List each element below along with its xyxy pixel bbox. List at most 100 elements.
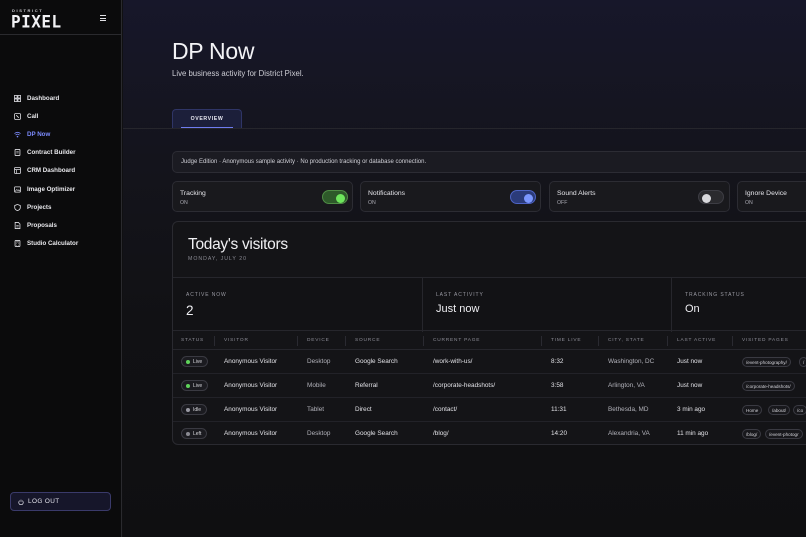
sidebar-item-dp-now[interactable]: DP Now bbox=[0, 125, 121, 143]
stat-last-activity: LAST ACTIVITY Just now bbox=[422, 278, 671, 332]
sidebar-item-call[interactable]: Call bbox=[0, 107, 121, 125]
status-dot-icon bbox=[186, 431, 190, 436]
brand-header: DISTRICT PIXEL bbox=[0, 0, 121, 35]
shield-icon bbox=[14, 203, 21, 211]
sidebar-item-label: Call bbox=[27, 112, 39, 120]
toggle-card-sound-alerts: Sound Alerts OFF bbox=[549, 181, 730, 212]
layers-icon bbox=[14, 167, 21, 175]
last-active-cell: 3 min ago bbox=[677, 406, 706, 413]
visited-page-pill: /corporate-headshots/ bbox=[742, 381, 795, 391]
stat-value: Just now bbox=[436, 303, 480, 315]
toggle-label: Ignore Device bbox=[745, 190, 787, 197]
visitor-cell: Anonymous Visitor bbox=[224, 358, 278, 365]
toggle-state: ON bbox=[180, 200, 188, 206]
sidebar-item-dashboard[interactable]: Dashboard bbox=[0, 89, 121, 107]
stat-label: TRACKING STATUS bbox=[685, 292, 745, 298]
visited-page-pill: Home bbox=[742, 405, 763, 415]
sidebar-item-proposals[interactable]: Proposals bbox=[0, 216, 121, 234]
stat-tracking-status: TRACKING STATUS On bbox=[671, 278, 806, 332]
city-state-cell: Alexandria, VA bbox=[608, 430, 650, 437]
status-badge: Idle bbox=[181, 404, 208, 415]
sidebar-item-crm-dashboard[interactable]: CRM Dashboard bbox=[0, 162, 121, 180]
current-page-cell: /contact/ bbox=[433, 406, 458, 413]
visited-page-pill: /blog/ bbox=[742, 429, 762, 439]
visitor-cell: Anonymous Visitor bbox=[224, 382, 278, 389]
toggle-state: ON bbox=[368, 200, 376, 206]
sidebar-item-projects[interactable]: Projects bbox=[0, 198, 121, 216]
file-icon bbox=[14, 221, 21, 229]
toggle-state: OFF bbox=[557, 200, 568, 206]
visited-page-pill: /co bbox=[793, 405, 806, 415]
sidebar-item-contract-builder[interactable]: Contract Builder bbox=[0, 144, 121, 162]
brand-logo[interactable]: PIXEL bbox=[11, 12, 62, 32]
table-row[interactable]: Idle Anonymous Visitor Tablet Direct /co… bbox=[173, 398, 806, 422]
stats-bar: ACTIVE NOW 2 LAST ACTIVITY Just now TRAC… bbox=[173, 277, 806, 332]
status-badge: Left bbox=[181, 428, 208, 439]
power-icon bbox=[18, 499, 24, 505]
page-subtitle: Live business activity for District Pixe… bbox=[172, 69, 304, 78]
table-row[interactable]: Live Anonymous Visitor Mobile Referral /… bbox=[173, 374, 806, 398]
visited-page-pill: /event-photography/ bbox=[742, 357, 791, 367]
sidebar-item-studio-calculator[interactable]: Studio Calculator bbox=[0, 235, 121, 253]
menu-icon[interactable] bbox=[100, 15, 106, 21]
toggle-label: Notifications bbox=[368, 190, 406, 197]
column-header-visited-pages: VISITED PAGES bbox=[742, 338, 789, 343]
sidebar-item-label: Image Optimizer bbox=[27, 185, 76, 193]
toggle-card-ignore-device: Ignore Device ON bbox=[737, 181, 806, 212]
sidebar: DISTRICT PIXEL Dashboard Call DP Now Con… bbox=[0, 0, 122, 537]
sidebar-item-label: Contract Builder bbox=[27, 149, 76, 157]
notifications-toggle[interactable] bbox=[510, 190, 536, 204]
sound-alerts-toggle[interactable] bbox=[698, 190, 724, 204]
status-dot-icon bbox=[186, 383, 190, 388]
visitors-title: Today's visitors bbox=[188, 236, 288, 253]
wifi-icon bbox=[14, 131, 21, 138]
table-row[interactable]: Left Anonymous Visitor Desktop Google Se… bbox=[173, 422, 806, 444]
column-header-time-live: TIME LIVE bbox=[551, 338, 582, 343]
current-page-cell: /corporate-headshots/ bbox=[433, 382, 496, 389]
visitor-cell: Anonymous Visitor bbox=[224, 406, 278, 413]
status-badge: Live bbox=[181, 356, 209, 367]
tab-divider bbox=[123, 128, 806, 129]
column-header-source: SOURCE bbox=[355, 338, 381, 343]
column-header-visitor: VISITOR bbox=[224, 338, 249, 343]
grid-icon bbox=[14, 94, 21, 102]
sidebar-item-label: DP Now bbox=[27, 130, 51, 138]
city-state-cell: Arlington, VA bbox=[608, 382, 645, 389]
toggle-state: ON bbox=[745, 200, 753, 206]
last-active-cell: Just now bbox=[677, 358, 703, 365]
current-page-cell: /work-with-us/ bbox=[433, 358, 473, 365]
logout-button[interactable]: LOG OUT bbox=[10, 492, 111, 511]
calculator-icon bbox=[14, 240, 21, 248]
table-row[interactable]: Live Anonymous Visitor Desktop Google Se… bbox=[173, 350, 806, 374]
sidebar-item-label: Projects bbox=[27, 203, 52, 211]
notice-banner: Judge Edition · Anonymous sample activit… bbox=[172, 151, 806, 173]
source-cell: Google Search bbox=[355, 358, 398, 365]
device-cell: Tablet bbox=[307, 406, 325, 413]
visited-page-pill: /about/ bbox=[768, 405, 791, 415]
sidebar-item-image-optimizer[interactable]: Image Optimizer bbox=[0, 180, 121, 198]
column-header-current-page: CURRENT PAGE bbox=[433, 338, 481, 343]
device-cell: Desktop bbox=[307, 430, 331, 437]
stat-label: ACTIVE NOW bbox=[186, 292, 227, 298]
city-state-cell: Washington, DC bbox=[608, 358, 655, 365]
sidebar-item-label: Studio Calculator bbox=[27, 240, 79, 248]
phone-icon bbox=[14, 112, 21, 120]
sidebar-item-label: CRM Dashboard bbox=[27, 167, 76, 175]
status-dot-icon bbox=[186, 359, 190, 364]
table-header: STATUS VISITOR DEVICE SOURCE CURRENT PAG… bbox=[173, 332, 806, 350]
tab-overview[interactable]: OVERVIEW bbox=[172, 109, 242, 128]
current-page-cell: /blog/ bbox=[433, 430, 449, 437]
document-icon bbox=[14, 149, 21, 157]
sidebar-item-label: Dashboard bbox=[27, 94, 60, 102]
status-dot-icon bbox=[186, 407, 190, 412]
column-header-device: DEVICE bbox=[307, 338, 330, 343]
time-live-cell: 8:32 bbox=[551, 358, 564, 365]
stat-label: LAST ACTIVITY bbox=[436, 292, 484, 298]
device-cell: Mobile bbox=[307, 382, 326, 389]
main-content: DP Now Live business activity for Distri… bbox=[123, 0, 806, 537]
city-state-cell: Bethesda, MD bbox=[608, 406, 649, 413]
visitors-date: MONDAY, JULY 20 bbox=[188, 256, 248, 262]
source-cell: Referral bbox=[355, 382, 378, 389]
tracking-toggle[interactable] bbox=[322, 190, 348, 204]
visitor-cell: Anonymous Visitor bbox=[224, 430, 278, 437]
